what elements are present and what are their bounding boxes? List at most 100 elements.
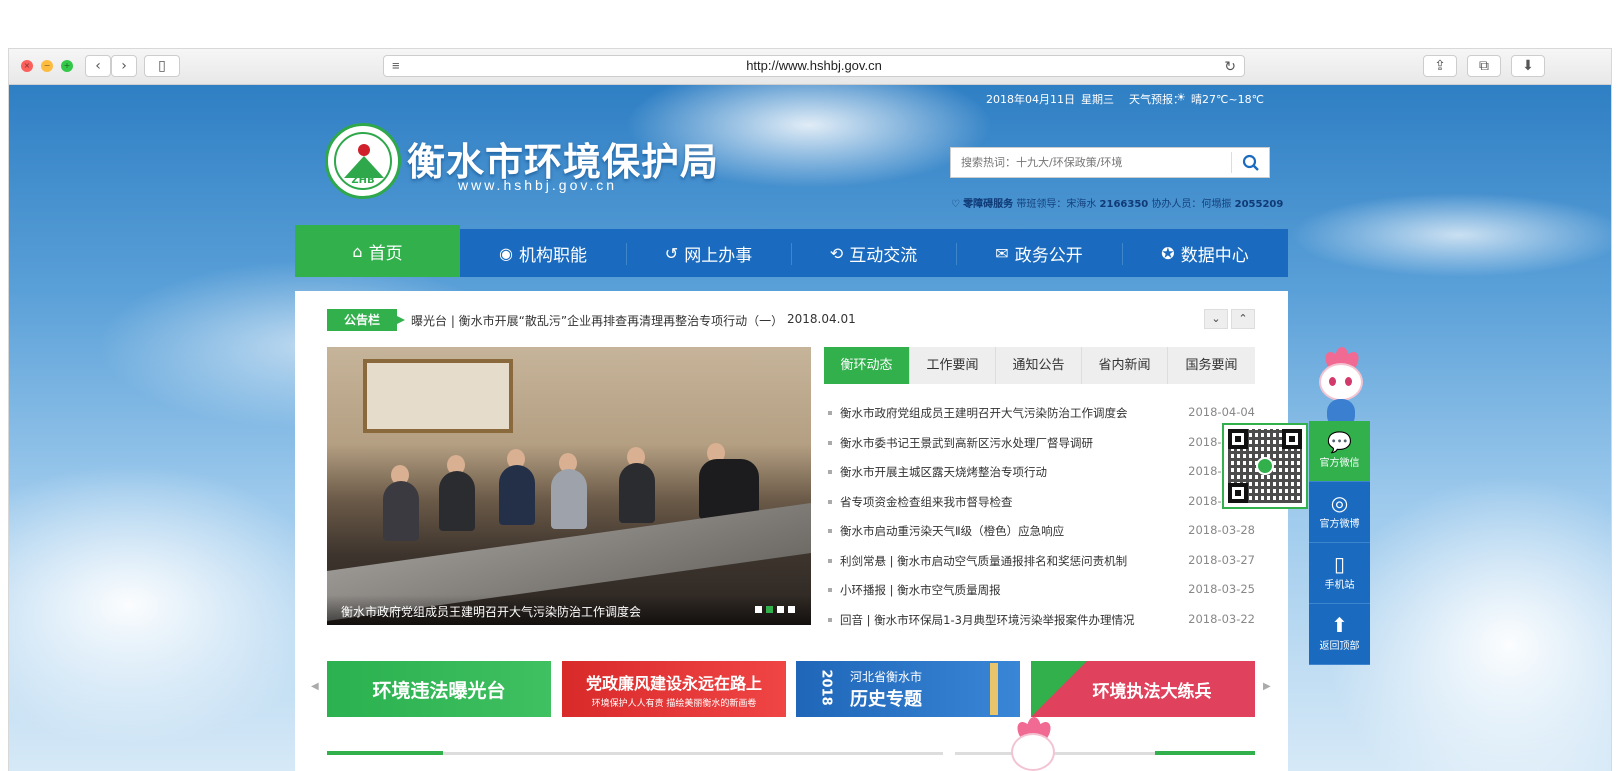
section-indicator	[1155, 751, 1255, 755]
nav-label: 政务公开	[1014, 245, 1083, 266]
address-url: http://www.hshbj.gov.cn	[746, 58, 882, 73]
banner-enforcement[interactable]: 环境执法大练兵	[1031, 661, 1255, 717]
news-item[interactable]: 衡水市政府党组成员王建明召开大气污染防治工作调度会 2018-04-04	[824, 399, 1255, 429]
browser-toolbar: × − + ‹ › ▯ ≡ http://www.hshbj.gov.cn ↻ …	[9, 49, 1611, 85]
bullet-icon	[828, 411, 832, 415]
sidebar-mobile[interactable]: ▯ 手机站	[1309, 543, 1370, 604]
tab-work-news[interactable]: 工作要闻	[910, 347, 996, 384]
news-title[interactable]: 回音 | 衡水市环保局1-3月典型环境污染举报案件办理情况	[840, 612, 1134, 628]
refresh-icon: ↺	[664, 243, 679, 263]
banner-exposure[interactable]: 环境违法曝光台	[327, 661, 551, 717]
sidebar-wechat[interactable]: 💬 官方微信	[1309, 421, 1370, 482]
notice-up-button[interactable]: ⌃	[1231, 309, 1255, 329]
zoom-icon[interactable]: +	[61, 60, 73, 72]
slider-dot[interactable]	[755, 606, 762, 613]
banner-integrity[interactable]: 党政廉风建设永远在路上 环境保护人人有责 描绘美丽衡水的新画卷	[562, 661, 786, 717]
news-item[interactable]: 衡水市委书记王景武到高新区污水处理厂督导调研2018-04-03	[824, 429, 1255, 459]
news-title[interactable]: 衡水市政府党组成员王建明召开大气污染防治工作调度会	[840, 405, 1128, 421]
news-item[interactable]: 回音 | 衡水市环保局1-3月典型环境污染举报案件办理情况 2018-03-22	[824, 606, 1255, 636]
news-item[interactable]: 衡水市开展主城区露天烧烤整治专项行动2018-04-02	[824, 458, 1255, 488]
service-label[interactable]: 零障碍服务	[963, 199, 1013, 210]
search-button[interactable]	[1231, 152, 1269, 173]
person	[551, 469, 587, 529]
qr-finder	[1228, 483, 1248, 503]
arrow-up-icon: ⬆	[1331, 613, 1348, 637]
news-title[interactable]: 衡水市委书记王景武到高新区污水处理厂督导调研	[840, 435, 1093, 451]
close-icon[interactable]: ×	[21, 60, 33, 72]
tab-notices[interactable]: 通知公告	[996, 347, 1082, 384]
sidebar-weibo[interactable]: ◎ 官方微博	[1309, 482, 1370, 543]
minimize-icon[interactable]: −	[41, 60, 53, 72]
banner-green-corner	[1031, 661, 1087, 717]
news-date: 2018-03-25	[1188, 582, 1255, 596]
news-date: 2018-03-22	[1188, 611, 1255, 626]
search-box	[950, 147, 1270, 178]
share-icon[interactable]: ⇪	[1423, 55, 1457, 77]
forward-icon[interactable]: ›	[111, 55, 137, 77]
banner-history[interactable]: 2018 河北省衡水市 历史专题	[796, 661, 1020, 717]
notice-link[interactable]: 曝光台 | 衡水市开展“散乱污”企业再排查再清理再整治专项行动（一）	[411, 312, 783, 329]
news-item[interactable]: 衡水市启动重污染天气Ⅱ级（橙色）应急响应 2018-03-28	[824, 517, 1255, 547]
notice-tag: 公告栏	[327, 309, 405, 331]
search-icon	[1242, 154, 1259, 171]
service-phone1: 2166350	[1099, 199, 1149, 210]
mascot-eye	[1345, 377, 1352, 386]
banner-prev-icon[interactable]: ◀	[311, 681, 319, 692]
sun-icon: ☀	[1176, 91, 1186, 104]
tab-province-news[interactable]: 省内新闻	[1082, 347, 1168, 384]
reader-icon[interactable]: ≡	[392, 56, 400, 76]
nav-item-home[interactable]: ⌂ 首页	[295, 225, 460, 277]
nav-label: 互动交流	[849, 245, 918, 266]
slider-dot[interactable]	[788, 606, 795, 613]
nav-item-organization[interactable]: ◉ 机构职能	[460, 229, 626, 277]
news-item[interactable]: 小环播报 | 衡水市空气质量周报 2018-03-25	[824, 576, 1255, 606]
phone-icon: ▯	[1333, 552, 1345, 576]
news-tabs: 衡环动态 工作要闻 通知公告 省内新闻 国务要闻	[824, 347, 1255, 384]
reload-icon[interactable]: ↻	[1224, 56, 1236, 76]
sidebar-icon[interactable]: ▯	[144, 55, 180, 77]
slider-dot-active[interactable]	[766, 606, 773, 613]
nav-label: 机构职能	[518, 245, 587, 266]
tabs-icon[interactable]: ⧉	[1467, 55, 1501, 77]
news-title[interactable]: 小环播报 | 衡水市空气质量周报	[840, 582, 1001, 598]
notice-down-button[interactable]: ⌄	[1204, 309, 1228, 329]
person	[619, 463, 655, 523]
nav-item-online-service[interactable]: ↺ 网上办事	[626, 229, 791, 277]
banner-enforcement-text: 环境执法大练兵	[1092, 681, 1212, 702]
banner-history-main: 历史专题	[850, 688, 922, 710]
news-title[interactable]: 衡水市启动重污染天气Ⅱ级（橙色）应急响应	[840, 523, 1064, 539]
mascot-head	[1011, 733, 1055, 771]
nav-item-interaction[interactable]: ⟲ 互动交流	[791, 229, 956, 277]
sidebar-label: 官方微信	[1319, 458, 1360, 469]
news-item[interactable]: 利剑常悬 | 衡水市启动空气质量通报排名和奖惩问责机制 2018-03-27	[824, 547, 1255, 577]
slider-dot[interactable]	[777, 606, 784, 613]
news-date: 2018-03-28	[1188, 523, 1255, 537]
slider-caption[interactable]: 衡水市政府党组成员王建明召开大气污染防治工作调度会	[327, 595, 811, 625]
address-bar[interactable]: ≡ http://www.hshbj.gov.cn ↻	[383, 55, 1245, 77]
banner-next-icon[interactable]: ▶	[1263, 681, 1271, 692]
news-title[interactable]: 省专项资金检查组来我市督导检查	[840, 494, 1013, 510]
sidebar-back-to-top[interactable]: ⬆ 返回顶部	[1309, 604, 1370, 665]
site-logo[interactable]: ZHB	[325, 123, 401, 199]
slider-dots	[755, 606, 795, 613]
news-title[interactable]: 利剑常悬 | 衡水市启动空气质量通报排名和奖惩问责机制	[840, 553, 1127, 569]
logo-sun	[358, 144, 370, 156]
news-title[interactable]: 衡水市开展主城区露天烧烤整治专项行动	[840, 464, 1047, 480]
banner-history-year: 2018	[818, 669, 834, 706]
qr-finder	[1228, 429, 1248, 449]
news-list: 衡水市政府党组成员王建明召开大气污染防治工作调度会 2018-04-04 衡水市委…	[824, 399, 1255, 635]
download-icon[interactable]: ⬇	[1511, 55, 1545, 77]
tab-hengshui-news[interactable]: 衡环动态	[824, 347, 910, 384]
photo-slider[interactable]: 衡水市政府党组成员王建明召开大气污染防治工作调度会	[327, 347, 811, 625]
nav-item-data-center[interactable]: ✪ 数据中心	[1122, 229, 1288, 277]
service-info: ♡ 零障碍服务 带班领导：宋海水 2166350 协办人员：何塌振 205520…	[951, 195, 1283, 210]
search-input[interactable]	[951, 148, 1231, 177]
person	[439, 471, 475, 531]
sync-icon: ⟲	[829, 243, 844, 263]
tab-national-news[interactable]: 国务要闻	[1168, 347, 1255, 384]
bullet-icon	[828, 440, 832, 445]
news-item[interactable]: 省专项资金检查组来我市督导检查2018-04-01	[824, 488, 1255, 518]
notice-date: 2018.04.01	[787, 312, 856, 326]
nav-item-government-affairs[interactable]: ✉ 政务公开	[956, 229, 1122, 277]
back-icon[interactable]: ‹	[85, 55, 111, 77]
